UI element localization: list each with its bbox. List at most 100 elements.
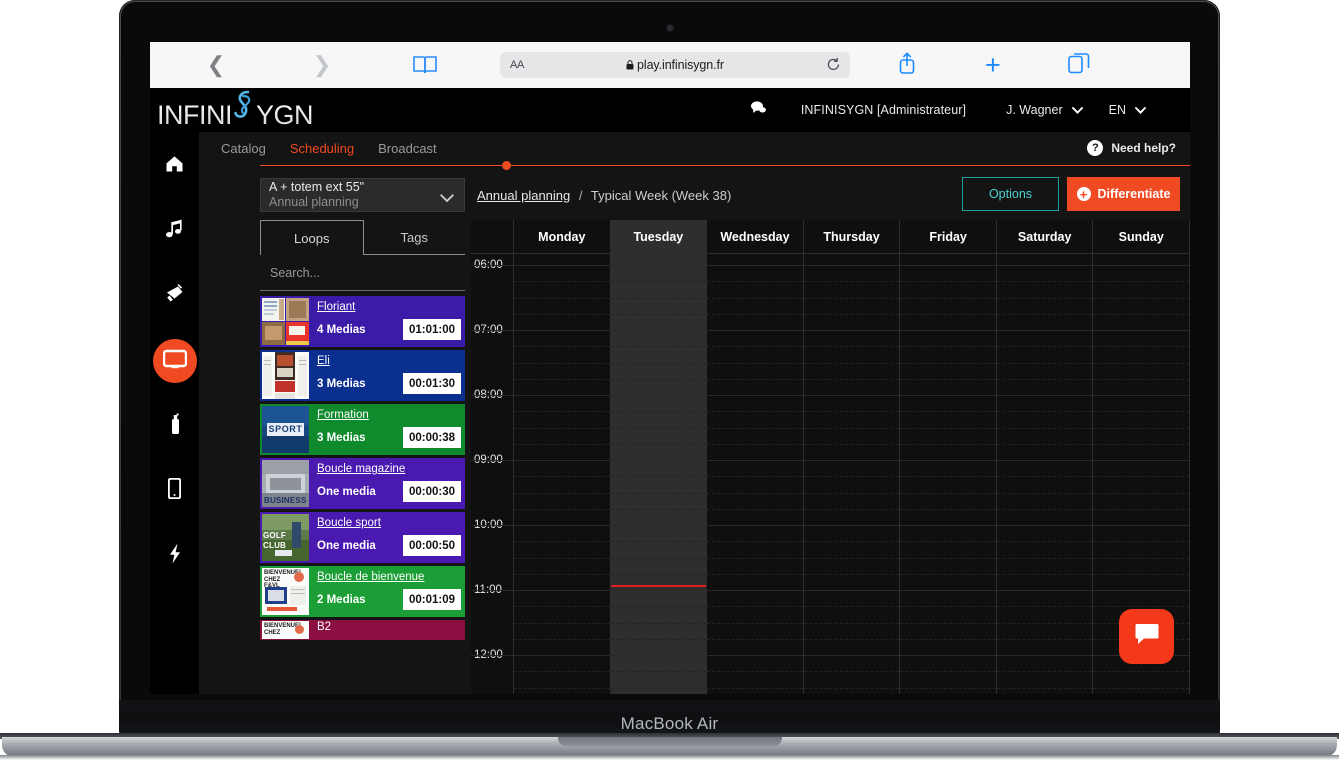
book-icon[interactable] [412, 54, 438, 76]
chat-bubble-icon[interactable] [750, 100, 767, 120]
loop-thumbnail: BUSINESS [262, 460, 309, 507]
need-help-button[interactable]: ? Need help? [1087, 140, 1176, 156]
calendar-quarter-line [707, 557, 803, 559]
loop-title[interactable]: Boucle sport [317, 517, 381, 529]
tab-broadcast[interactable]: Broadcast [366, 141, 449, 156]
calendar-column-monday[interactable] [514, 254, 611, 694]
calendar-day-friday[interactable]: Friday [900, 220, 997, 253]
list-item[interactable]: BIENVENUE! CHEZ B2 [260, 620, 465, 640]
calendar-hour-line [514, 460, 610, 461]
tabs-icon[interactable] [1067, 52, 1090, 79]
loops-panel: Loops Tags Search... Floriant 4 Medias 0… [260, 220, 465, 694]
calendar-day-tuesday[interactable]: Tuesday [610, 220, 708, 253]
calendar-quarter-line [900, 362, 996, 364]
sidebar-item-power[interactable] [153, 534, 197, 578]
calendar-quarter-line [803, 671, 900, 673]
calendar-day-thursday[interactable]: Thursday [804, 220, 901, 253]
loop-title[interactable]: B2 [317, 621, 331, 633]
list-item[interactable]: BIENVENUE! CHEZ F&VL Boucle de bienvenue… [260, 566, 465, 617]
sub-toolbar: A + totem ext 55" Annual planning Annual… [199, 174, 1190, 216]
calendar-quarter-line [803, 297, 900, 299]
loop-duration: 00:00:30 [403, 481, 461, 502]
reload-icon[interactable] [826, 57, 841, 77]
calendar-quarter-line [900, 687, 996, 689]
list-item[interactable]: Eli 3 Medias 00:01:30 [260, 350, 465, 401]
screen-content: ❮ ❯ AA play.infinisygn.fr + INFINI YGN I… [150, 42, 1190, 694]
calendar-quarter-line [996, 573, 1093, 575]
loop-thumbnail [262, 298, 309, 345]
language-menu[interactable]: EN [1109, 103, 1146, 117]
chevron-left-icon[interactable]: ❮ [194, 54, 238, 76]
calendar-body[interactable]: 06:00 07:00 08:00 09:00 10:00 11:00 12:0… [471, 254, 1190, 694]
calendar-quarter-line [996, 378, 1093, 380]
calendar-quarter-line [900, 638, 996, 640]
sidebar-item-diffuser[interactable] [153, 404, 197, 448]
calendar-quarter-line [610, 476, 707, 478]
differentiate-button[interactable]: + Differentiate [1067, 177, 1180, 211]
breadcrumb-root[interactable]: Annual planning [477, 188, 570, 203]
calendar-quarter-line [514, 313, 610, 315]
planning-select[interactable]: A + totem ext 55" Annual planning [260, 178, 465, 212]
search-input[interactable] [270, 265, 465, 280]
tab-scheduling[interactable]: Scheduling [278, 141, 366, 156]
calendar-column-tuesday[interactable] [610, 254, 708, 694]
loop-duration: 01:01:00 [403, 319, 461, 340]
loop-title[interactable]: Boucle magazine [317, 463, 405, 475]
calendar-column-friday[interactable] [900, 254, 997, 694]
calendar-hour-line [996, 265, 1093, 266]
sidebar-item-screens[interactable] [152, 339, 197, 383]
calendar-day-sunday[interactable]: Sunday [1093, 220, 1190, 253]
loop-title[interactable]: Boucle de bienvenue [317, 571, 424, 583]
calendar-column-wednesday[interactable] [707, 254, 804, 694]
logo-text-suffix: YGN [256, 99, 314, 130]
loop-info: Boucle sport One media 00:00:50 [309, 514, 465, 561]
loop-title[interactable]: Eli [317, 355, 330, 367]
chat-fab-button[interactable] [1119, 609, 1174, 664]
calendar-quarter-line [707, 427, 803, 429]
sidebar-item-mobile[interactable] [153, 469, 197, 513]
url-bar[interactable]: AA play.infinisygn.fr [500, 52, 850, 78]
url-text: play.infinisygn.fr [500, 58, 850, 73]
text-size-button[interactable]: AA [510, 59, 524, 71]
sidebar-item-announce[interactable] [153, 274, 197, 318]
sidebar-item-home[interactable] [153, 144, 197, 188]
search-box[interactable] [260, 255, 465, 291]
chevron-down-icon [1135, 103, 1146, 117]
calendar-quarter-line [514, 638, 610, 640]
loop-title[interactable]: Floriant [317, 301, 355, 313]
calendar-hour-line [471, 525, 513, 526]
app-logo[interactable]: INFINI YGN [157, 90, 314, 131]
calendar-quarter-line [996, 313, 1093, 315]
list-item[interactable]: Floriant 4 Medias 01:01:00 [260, 296, 465, 347]
calendar-column-thursday[interactable] [803, 254, 901, 694]
calendar-day-wednesday[interactable]: Wednesday [707, 220, 804, 253]
loop-title[interactable]: Formation [317, 409, 369, 421]
calendar-quarter-line [514, 378, 610, 380]
calendar-quarter-line [1093, 313, 1190, 315]
options-button[interactable]: Options [962, 177, 1059, 211]
list-item[interactable]: SPORT Formation 3 Medias 00:00:38 [260, 404, 465, 455]
share-icon[interactable] [897, 51, 917, 80]
loop-list[interactable]: Floriant 4 Medias 01:01:00 Eli 3 Medias … [260, 296, 465, 691]
user-menu[interactable]: J. Wagner [1006, 103, 1083, 117]
calendar-quarter-line [514, 622, 610, 624]
calendar-hour-line [1093, 265, 1190, 266]
calendar-day-saturday[interactable]: Saturday [997, 220, 1094, 253]
tab-catalog[interactable]: Catalog [209, 141, 278, 156]
webcam-icon [667, 25, 673, 31]
tab-tags[interactable]: Tags [363, 220, 465, 255]
calendar-column-saturday[interactable] [996, 254, 1094, 694]
chevron-right-icon[interactable]: ❯ [300, 54, 344, 76]
list-item[interactable]: GOLF CLUB Boucle sport One media 00:00:5… [260, 512, 465, 563]
plus-icon[interactable]: + [985, 51, 1001, 79]
list-item[interactable]: BUSINESS Boucle magazine One media 00:00… [260, 458, 465, 509]
calendar-quarter-line [1093, 362, 1190, 364]
sidebar-item-music[interactable] [153, 209, 197, 253]
tab-loops[interactable]: Loops [260, 220, 364, 255]
calendar-quarter-line [707, 476, 803, 478]
calendar-day-monday[interactable]: Monday [514, 220, 611, 253]
calendar-quarter-line [707, 362, 803, 364]
calendar-quarter-line [996, 492, 1093, 494]
calendar-quarter-line [707, 378, 803, 380]
calendar-quarter-line [610, 492, 707, 494]
